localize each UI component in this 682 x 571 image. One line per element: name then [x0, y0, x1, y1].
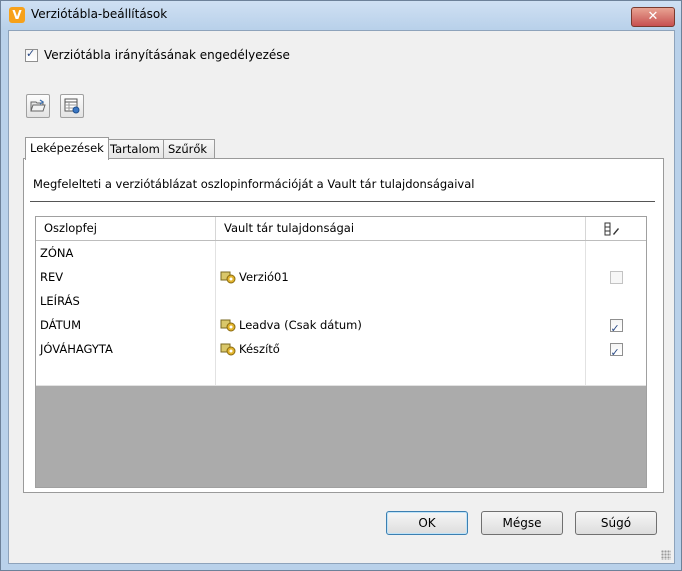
table-row[interactable]: JÓVÁHAGYTA Készítő	[36, 337, 646, 365]
checkbox-cell	[586, 241, 646, 265]
column-header-edit[interactable]	[586, 217, 646, 240]
vault-property-cell[interactable]	[216, 289, 586, 313]
column-header-cell: ZÓNA	[36, 241, 216, 265]
resize-grip[interactable]	[661, 550, 671, 560]
vault-app-icon: V	[9, 7, 25, 23]
description-divider	[30, 201, 655, 202]
column-header-oszlopfej[interactable]: Oszlopfej	[36, 217, 216, 240]
title-bar[interactable]: V Verziótábla-beállítások ✕	[1, 1, 681, 29]
grid-header: Oszlopfej Vault tár tulajdonságai	[36, 217, 646, 241]
row-checkbox[interactable]	[609, 317, 623, 341]
table-settings-button[interactable]	[60, 94, 84, 118]
close-button[interactable]: ✕	[631, 7, 675, 27]
vault-property-icon	[220, 319, 236, 331]
mappings-panel: Megfelelteti a verziótáblázat oszlopinfo…	[23, 158, 664, 493]
column-edit-icon	[604, 222, 619, 235]
vault-property-cell[interactable]	[216, 241, 586, 265]
vault-property-cell[interactable]: Verzió01	[216, 265, 586, 289]
dialog-window: V Verziótábla-beállítások ✕ Verziótábla …	[0, 0, 682, 571]
vault-property-icon	[220, 343, 236, 355]
row-checkbox[interactable]	[609, 341, 623, 365]
vault-property-cell[interactable]: Készítő	[216, 337, 586, 361]
dialog-client-area: Verziótábla irányításának engedélyezése …	[8, 30, 675, 564]
mapping-grid: Oszlopfej Vault tár tulajdonságai ZÓNA R…	[35, 216, 647, 488]
table-settings-icon	[64, 98, 80, 114]
table-row[interactable]: LEÍRÁS	[36, 289, 646, 314]
window-title: Verziótábla-beállítások	[31, 7, 168, 21]
new-row[interactable]	[36, 361, 646, 386]
tab-content[interactable]: Tartalom	[105, 139, 167, 159]
column-header-cell[interactable]	[36, 361, 216, 385]
checkbox-cell	[586, 265, 646, 289]
column-header-cell: REV	[36, 265, 216, 289]
vault-property-label: Leadva (Csak dátum)	[239, 318, 362, 332]
column-header-vault-properties[interactable]: Vault tár tulajdonságai	[216, 217, 586, 240]
ok-button[interactable]: OK	[386, 511, 468, 535]
checkbox-cell	[586, 337, 646, 365]
vault-property-cell[interactable]: Leadva (Csak dátum)	[216, 313, 586, 337]
table-row[interactable]: REV Verzió01	[36, 265, 646, 290]
column-header-cell: DÁTUM	[36, 313, 216, 337]
vault-property-icon	[220, 271, 236, 283]
vault-property-label: Készítő	[239, 342, 280, 356]
vault-property-cell[interactable]	[216, 361, 586, 385]
checkbox-cell	[586, 289, 646, 313]
column-header-cell: JÓVÁHAGYTA	[36, 337, 216, 361]
checkbox-cell	[586, 313, 646, 341]
open-folder-icon	[30, 99, 46, 112]
vault-property-label: Verzió01	[239, 270, 289, 284]
row-checkbox[interactable]	[609, 271, 623, 284]
checkbox-cell	[586, 361, 646, 385]
tab-mappings[interactable]: Leképezések	[25, 137, 109, 160]
table-row[interactable]: DÁTUM Leadva (Csak dátum)	[36, 313, 646, 341]
enable-checkbox[interactable]	[25, 47, 38, 62]
enable-row: Verziótábla irányításának engedélyezése	[25, 47, 290, 62]
cancel-button[interactable]: Mégse	[481, 511, 563, 535]
open-folder-button[interactable]	[26, 94, 50, 118]
column-header-cell: LEÍRÁS	[36, 289, 216, 313]
help-button[interactable]: Súgó	[575, 511, 657, 535]
tab-filters[interactable]: Szűrők	[163, 139, 215, 159]
enable-checkbox-label[interactable]: Verziótábla irányításának engedélyezése	[44, 48, 290, 62]
mapping-description: Megfelelteti a verziótáblázat oszlopinfo…	[33, 177, 475, 191]
table-row[interactable]: ZÓNA	[36, 241, 646, 266]
